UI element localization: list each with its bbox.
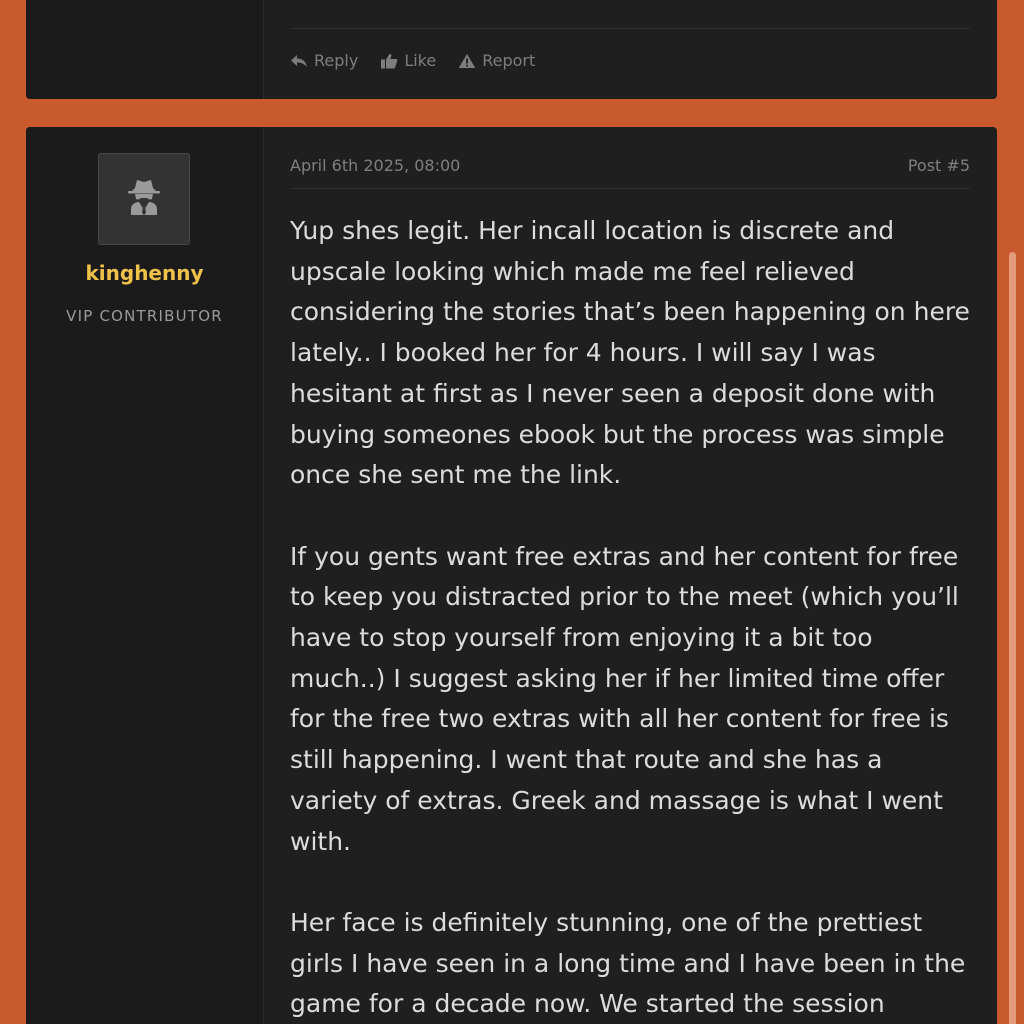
- post-card: kinghenny VIP CONTRIBUTOR April 6th 2025…: [26, 127, 997, 1024]
- report-button[interactable]: Report: [458, 51, 535, 70]
- spy-icon: [124, 177, 164, 221]
- reply-button[interactable]: Reply: [290, 51, 358, 70]
- divider: [290, 28, 970, 29]
- previous-post-user-column: [26, 0, 264, 99]
- previous-post-content: Reply Like Report: [290, 0, 970, 99]
- post-paragraph: Yup shes legit. Her incall location is d…: [290, 216, 970, 490]
- post-date[interactable]: April 6th 2025, 08:00: [290, 156, 460, 175]
- post-meta: April 6th 2025, 08:00 Post #5: [290, 156, 970, 175]
- post-actions: Reply Like Report: [290, 51, 535, 70]
- reply-label: Reply: [314, 51, 359, 70]
- scrollbar[interactable]: [1009, 252, 1016, 1024]
- username[interactable]: kinghenny: [26, 261, 263, 285]
- post-paragraph: Her face is definitely stunning, one of …: [290, 907, 966, 1019]
- previous-post-card: Reply Like Report: [26, 0, 997, 99]
- like-label: Like: [404, 51, 437, 70]
- thread-page: Reply Like Report kinghenny VIP CONTRIBU…: [0, 0, 1024, 1024]
- divider: [290, 188, 970, 189]
- report-label: Report: [482, 51, 536, 70]
- post-number[interactable]: Post #5: [908, 156, 970, 175]
- post-user-column: kinghenny VIP CONTRIBUTOR: [26, 127, 264, 1024]
- reply-icon: [290, 54, 308, 68]
- thumbs-up-icon: [380, 53, 398, 69]
- warning-icon: [458, 53, 476, 69]
- like-button[interactable]: Like: [380, 51, 436, 70]
- avatar[interactable]: [98, 153, 190, 245]
- post-body: Yup shes legit. Her incall location is d…: [290, 211, 970, 1024]
- user-title: VIP CONTRIBUTOR: [66, 307, 223, 325]
- post-paragraph: If you gents want free extras and her co…: [290, 541, 959, 856]
- post-content: April 6th 2025, 08:00 Post #5 Yup shes l…: [290, 127, 970, 1024]
